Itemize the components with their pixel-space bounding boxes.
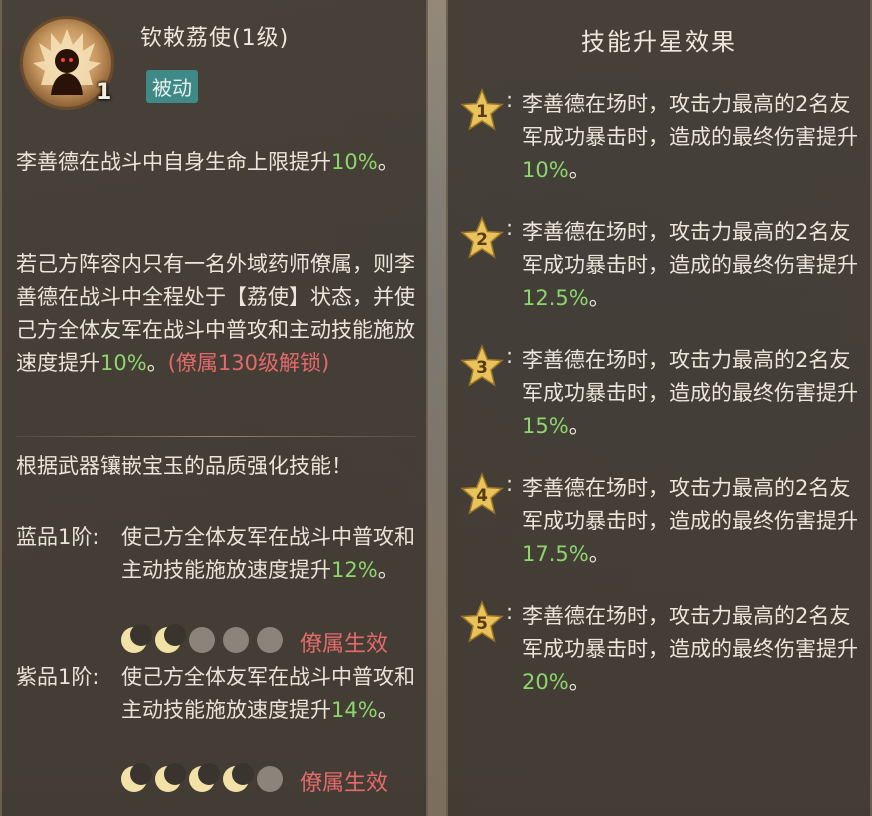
star-effect-row: 5: 李善德在场时，攻击力最高的2名友军成功暴击时，造成的最终伤害提升 20%。 bbox=[446, 600, 872, 710]
star-icon: 2 bbox=[460, 216, 504, 259]
star-effect-row: 3: 李善德在场时，攻击力最高的2名友军成功暴击时，造成的最终伤害提升 15%。 bbox=[446, 344, 872, 454]
desc-2-suffix: 。 bbox=[146, 351, 168, 375]
star-icon: 3 bbox=[460, 344, 504, 387]
desc-1-value: 10% bbox=[331, 150, 378, 174]
crescent-moon-icon bbox=[257, 766, 283, 792]
star-effect-text: 李善德在场时，攻击力最高的2名友军成功暴击时，造成的最终伤害提升 20%。 bbox=[522, 600, 862, 699]
star-icon: 4 bbox=[460, 472, 504, 515]
star-level-number: 2 bbox=[476, 230, 488, 250]
star-value: 12.5% bbox=[522, 286, 589, 310]
desc-1-text: 李善德在战斗中自身生命上限提升 bbox=[16, 150, 331, 174]
star-colon: : bbox=[506, 216, 514, 240]
star-value: 20% bbox=[522, 670, 569, 694]
crescent-moon-icon bbox=[223, 627, 249, 653]
section-divider bbox=[16, 436, 416, 437]
tier-value: 12% bbox=[331, 558, 378, 582]
crescent-moon-icon bbox=[189, 763, 220, 792]
star-effect-text: 李善德在场时，攻击力最高的2名友军成功暴击时，造成的最终伤害提升 10%。 bbox=[522, 88, 862, 187]
skill-title: 钦敕荔使(1级) bbox=[140, 26, 290, 51]
star-level-number: 3 bbox=[476, 358, 488, 378]
star-suffix: 。 bbox=[568, 414, 590, 438]
gem-tier-purple: 紫品1阶: 使己方全体友军在战斗中普攻和主动技能施放速度提升14%。 bbox=[16, 661, 416, 761]
desc-2-unlock-note: (僚属130级解锁) bbox=[167, 351, 330, 375]
skill-desc-1: 李善德在战斗中自身生命上限提升10%。 bbox=[16, 146, 416, 179]
tier-name: 蓝品1阶: bbox=[16, 525, 100, 549]
star-icon: 1 bbox=[460, 88, 504, 131]
star-effect-row: 2: 李善德在场时，攻击力最高的2名友军成功暴击时，造成的最终伤害提升 12.5%。 bbox=[446, 216, 872, 326]
star-desc: 李善德在场时，攻击力最高的2名友军成功暴击时，造成的最终伤害提升 bbox=[522, 220, 858, 277]
star-value: 15% bbox=[522, 414, 569, 438]
star-suffix: 。 bbox=[588, 286, 610, 310]
crescent-moon-icon bbox=[223, 763, 254, 792]
star-suffix: 。 bbox=[568, 670, 590, 694]
star-icon: 5 bbox=[460, 600, 504, 643]
crescent-moon-icon bbox=[121, 624, 152, 653]
desc-1-suffix: 。 bbox=[377, 150, 399, 174]
star-desc: 李善德在场时，攻击力最高的2名友军成功暴击时，造成的最终伤害提升 bbox=[522, 604, 858, 661]
star-effect-text: 李善德在场时，攻击力最高的2名友军成功暴击时，造成的最终伤害提升 17.5%。 bbox=[522, 472, 862, 571]
crescent-moon-icon bbox=[257, 627, 283, 653]
star-upgrade-title: 技能升星效果 bbox=[581, 28, 737, 56]
tier-status: 僚属生效 bbox=[300, 632, 389, 657]
star-level-number: 1 bbox=[476, 102, 488, 122]
gem-tier-blue: 蓝品1阶: 使己方全体友军在战斗中普攻和主动技能施放速度提升12%。 bbox=[16, 521, 416, 621]
star-value: 17.5% bbox=[522, 542, 589, 566]
star-desc: 李善德在场时，攻击力最高的2名友军成功暴击时，造成的最终伤害提升 bbox=[522, 348, 858, 405]
star-colon: : bbox=[506, 88, 514, 112]
crescent-moon-icon bbox=[155, 763, 186, 792]
star-suffix: 。 bbox=[568, 158, 590, 182]
star-effect-row: 1: 李善德在场时，攻击力最高的2名友军成功暴击时，造成的最终伤害提升 10%。 bbox=[446, 88, 872, 198]
star-desc: 李善德在场时，攻击力最高的2名友军成功暴击时，造成的最终伤害提升 bbox=[522, 476, 858, 533]
star-value: 10% bbox=[522, 158, 569, 182]
star-suffix: 。 bbox=[588, 542, 610, 566]
star-level-number: 4 bbox=[476, 486, 488, 506]
star-desc: 李善德在场时，攻击力最高的2名友军成功暴击时，造成的最终伤害提升 bbox=[522, 92, 858, 149]
tier-status: 僚属生效 bbox=[300, 771, 389, 796]
star-effect-text: 李善德在场时，攻击力最高的2名友军成功暴击时，造成的最终伤害提升 15%。 bbox=[522, 344, 862, 443]
gem-header: 根据武器镶嵌宝玉的品质强化技能！ bbox=[16, 454, 352, 478]
crescent-moon-icon bbox=[121, 763, 152, 792]
passive-tag: 被动 bbox=[146, 70, 198, 103]
star-effect-row: 4: 李善德在场时，攻击力最高的2名友军成功暴击时，造成的最终伤害提升 17.5%。 bbox=[446, 472, 872, 582]
star-colon: : bbox=[506, 344, 514, 368]
star-level-number: 5 bbox=[476, 614, 488, 634]
tier-text: 使己方全体友军在战斗中普攻和主动技能施放速度提升14%。 bbox=[121, 661, 416, 727]
star-effect-text: 李善德在场时，攻击力最高的2名友军成功暴击时，造成的最终伤害提升 12.5%。 bbox=[522, 216, 862, 315]
tier-suffix: 。 bbox=[377, 698, 399, 722]
desc-2-value: 10% bbox=[100, 351, 147, 375]
tier-value: 14% bbox=[331, 698, 378, 722]
tier-suffix: 。 bbox=[377, 558, 399, 582]
star-colon: : bbox=[506, 472, 514, 496]
tier-text: 使己方全体友军在战斗中普攻和主动技能施放速度提升12%。 bbox=[121, 521, 416, 587]
skill-desc-2: 若己方阵容内只有一名外域药师僚属，则李善德在战斗中全程处于【荔使】状态，并使己方… bbox=[16, 248, 416, 380]
crescent-moon-icon bbox=[155, 624, 186, 653]
skill-level-badge: 1 bbox=[96, 80, 112, 105]
tier-name: 紫品1阶: bbox=[16, 665, 100, 689]
star-colon: : bbox=[506, 600, 514, 624]
crescent-moon-icon bbox=[189, 627, 215, 653]
